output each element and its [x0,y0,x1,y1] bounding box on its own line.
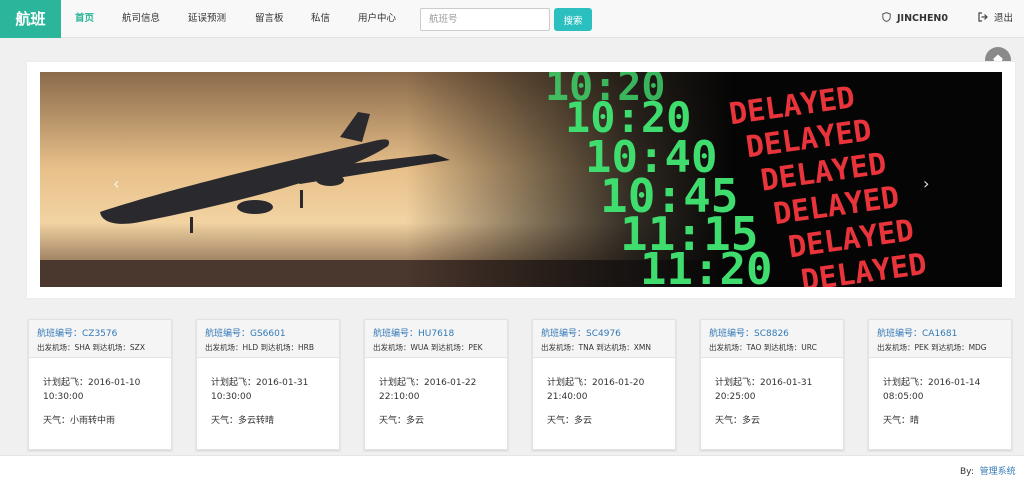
flight-number[interactable]: 航班编号：SC8826 [709,327,835,341]
departure-time: 08:05:00 [883,392,924,402]
departure-time: 20:25:00 [715,392,756,402]
flight-airports: 出发机场：PEK 到达机场：MDG [877,343,987,352]
departure-time: 10:30:00 [211,392,252,402]
weather-info: 天气：小雨转中雨 [43,416,116,426]
chevron-right-icon[interactable]: › [923,174,929,193]
flight-card-header: 航班编号：HU7618 出发机场：WUA 到达机场：PEK [365,320,507,358]
flight-card[interactable]: 航班编号：SC4976 出发机场：TNA 到达机场：XMN 计划起飞：2016-… [532,319,676,450]
departure-time: 22:10:00 [379,392,420,402]
weather-info: 天气：多云转晴 [211,416,275,426]
top-navbar: 航班 首页 航司信息 延误预测 留言板 私信 用户中心 搜索 JINCHEN0 … [0,0,1024,38]
departure-date: 计划起飞：2016-01-20 [547,378,645,388]
admin-system-link[interactable]: 管理系统 [980,467,1016,477]
nav-item-user-center[interactable]: 用户中心 [358,0,396,38]
search-button[interactable]: 搜索 [554,8,592,31]
flight-card-header: 航班编号：SC4976 出发机场：TNA 到达机场：XMN [533,320,675,358]
nav-item-home[interactable]: 首页 [75,0,94,38]
flight-card[interactable]: 航班编号：SC8826 出发机场：TAO 到达机场：URC 计划起飞：2016-… [700,319,844,450]
brand-logo[interactable]: 航班 [0,0,61,38]
hero-banner-image: 10:20 10:20 10:40 10:45 11:15 11:20 DELA… [40,72,1002,287]
user-menu[interactable]: JINCHEN0 [882,0,948,38]
departure-date: 计划起飞：2016-01-31 [211,378,309,388]
flight-card[interactable]: 航班编号：GS6601 出发机场：HLD 到达机场：HRB 计划起飞：2016-… [196,319,340,450]
hero-carousel: 10:20 10:20 10:40 10:45 11:15 11:20 DELA… [26,61,1016,299]
flight-number[interactable]: 航班编号：HU7618 [373,327,499,341]
departure-date: 计划起飞：2016-01-14 [883,378,981,388]
flight-card[interactable]: 航班编号：CZ3576 出发机场：SHA 到达机场：SZX 计划起飞：2016-… [28,319,172,450]
footer-credit: By: 管理系统 [960,464,1016,477]
page-footer: By: 管理系统 [0,455,1024,482]
flight-number[interactable]: 航班编号：CA1681 [877,327,1003,341]
weather-info: 天气：多云 [715,416,761,426]
departure-time: 10:30:00 [43,392,84,402]
departure-date: 计划起飞：2016-01-10 [43,378,141,388]
flight-card[interactable]: 航班编号：HU7618 出发机场：WUA 到达机场：PEK 计划起飞：2016-… [364,319,508,450]
nav-item-private-message[interactable]: 私信 [311,0,330,38]
nav-item-delay-prediction[interactable]: 延误预测 [188,0,226,38]
flight-number[interactable]: 航班编号：SC4976 [541,327,667,341]
flight-card-header: 航班编号：GS6601 出发机场：HLD 到达机场：HRB [197,320,339,358]
flight-airports: 出发机场：TAO 到达机场：URC [709,343,817,352]
flight-card[interactable]: 航班编号：CA1681 出发机场：PEK 到达机场：MDG 计划起飞：2016-… [868,319,1012,450]
logout-icon [978,12,994,24]
logout-link[interactable]: 退出 [978,0,1013,38]
flight-airports: 出发机场：SHA 到达机场：SZX [37,343,145,352]
logout-label: 退出 [994,13,1014,24]
departure-date: 计划起飞：2016-01-31 [715,378,813,388]
flight-card-header: 航班编号：CA1681 出发机场：PEK 到达机场：MDG [869,320,1011,358]
footer-by-label: By: [960,467,974,477]
nav-item-message-board[interactable]: 留言板 [255,0,284,38]
flight-airports: 出发机场：HLD 到达机场：HRB [205,343,314,352]
board-time-6: 11:20 [640,244,772,287]
flight-number[interactable]: 航班编号：GS6601 [205,327,331,341]
flight-card-header: 航班编号：CZ3576 出发机场：SHA 到达机场：SZX [29,320,171,358]
flight-card-header: 航班编号：SC8826 出发机场：TAO 到达机场：URC [701,320,843,358]
username-label: JINCHEN0 [897,13,948,24]
shield-icon [882,12,897,24]
weather-info: 天气：多云 [547,416,593,426]
chevron-left-icon[interactable]: ‹ [113,174,119,193]
flight-number[interactable]: 航班编号：CZ3576 [37,327,163,341]
departure-date: 计划起飞：2016-01-22 [379,378,477,388]
nav-item-airlines[interactable]: 航司信息 [122,0,160,38]
flight-airports: 出发机场：TNA 到达机场：XMN [541,343,651,352]
flight-search-input[interactable] [420,8,550,31]
weather-info: 天气：多云 [379,416,425,426]
departure-time: 21:40:00 [547,392,588,402]
flight-airports: 出发机场：WUA 到达机场：PEK [373,343,483,352]
weather-info: 天气：晴 [883,416,920,426]
